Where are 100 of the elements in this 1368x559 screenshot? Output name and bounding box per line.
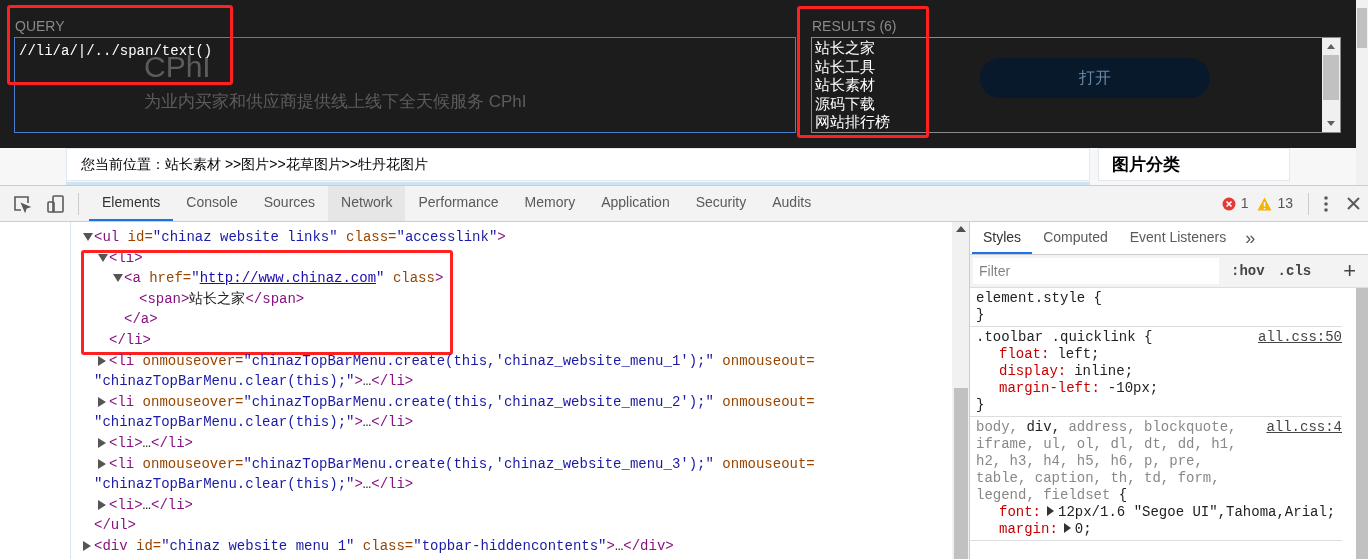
html-tag: </a> — [124, 311, 158, 328]
html-tag: > — [606, 537, 615, 554]
html-tag: <a — [124, 270, 141, 287]
expanded-arrow-icon[interactable] — [98, 253, 109, 262]
attribute-name: onmouseout= — [721, 393, 815, 410]
tree-row[interactable]: <li onmouseover="chinazTopBarMenu.create(this,'chinaz_website_menu_2');" onmouseout= — [71, 391, 815, 413]
html-tag: <li — [109, 352, 135, 369]
html-tag: <li> — [109, 496, 143, 513]
attribute-value: "chinazTopBarMenu.clear(this);" — [94, 373, 355, 390]
expanded-arrow-icon[interactable] — [83, 233, 94, 242]
css-value: 0; — [1074, 521, 1092, 537]
html-tag: </span> — [245, 290, 305, 307]
filter-field[interactable]: Filter — [973, 258, 1219, 284]
html-tag: <ul — [94, 229, 120, 245]
tree-row[interactable]: <li onmouseover="chinazTopBarMenu.create(this,'chinaz_website_menu_3');" onmouseout= — [71, 453, 815, 475]
link[interactable]: http://www.chinaz.com — [199, 270, 377, 287]
html-tag: <li — [109, 455, 135, 472]
attribute-value: "chinazTopBarMenu.clear(this);" — [94, 476, 355, 493]
html-tag: <div — [94, 537, 128, 554]
more-options-icon[interactable] — [1324, 195, 1328, 212]
error-icon — [1221, 196, 1236, 211]
attribute-value: "chinazTopBarMenu.create(this,'chinaz_website_menu_1');" — [243, 352, 714, 369]
styles-scrollbar[interactable] — [1356, 288, 1368, 559]
css-value: 12px/1.6 "Segoe UI",Tahoma,Arial; — [1058, 504, 1336, 520]
tree-scrollbar[interactable] — [952, 222, 970, 559]
css-value: inline; — [1074, 363, 1134, 379]
element-text: … — [362, 476, 372, 493]
result-item: 站长素材 — [815, 76, 875, 95]
attribute-name: class= — [345, 229, 397, 245]
devtools-tab[interactable]: Security — [682, 186, 760, 221]
devtools-tab[interactable]: Memory — [511, 186, 589, 221]
expand-arrow-icon[interactable] — [1063, 523, 1071, 533]
close-icon[interactable] — [1347, 197, 1360, 210]
html-tag: </li> — [371, 414, 414, 431]
hov-button[interactable]: :hov — [1231, 260, 1265, 282]
open-button[interactable]: 打开 — [980, 58, 1210, 98]
attribute-name: onmouseover= — [141, 352, 244, 369]
attribute-value: "chinaz website links" — [152, 229, 338, 245]
css-selector-list: body, div, address, blockquote, iframe, ul, ol, dl, dt, dd, h1, h2, h3, h4, h5, h6, p, pre, table, caption, th, td, form, legend, fieldset { — [976, 419, 1257, 504]
attribute-name: class= — [361, 537, 414, 554]
element-text: … — [142, 496, 151, 513]
css-property: float: — [999, 346, 1050, 362]
devtools-tab[interactable]: Audits — [759, 186, 825, 221]
more-tabs-button[interactable]: » — [1237, 224, 1264, 252]
device-icon[interactable] — [46, 193, 66, 214]
page-scrollbar[interactable] — [1356, 0, 1368, 185]
element-text: 站长之家 — [189, 290, 246, 307]
tree-row[interactable]: <li onmouseover="chinazTopBarMenu.create(this,'chinaz_website_menu_1');" onmouseout= — [71, 350, 815, 372]
results-scrollbar[interactable] — [1322, 38, 1340, 132]
attribute-value: "chinazTopBarMenu.create(this,'chinaz_website_menu_3');" — [243, 455, 714, 472]
tree-row[interactable]: <ul id="chinaz website links" class="accesslink"> — [71, 227, 506, 248]
error-count: 1 — [1240, 194, 1249, 213]
cls-button[interactable]: .cls — [1277, 260, 1312, 282]
html-tag: > — [497, 229, 506, 245]
expanded-arrow-icon[interactable] — [113, 274, 124, 283]
html-tag: <li> — [109, 434, 143, 451]
attribute-value: "chinaz website menu 1" — [161, 537, 355, 554]
html-tag: > — [354, 373, 363, 390]
tree-row[interactable]: <span>站长之家</span> — [71, 288, 305, 310]
result-item: 站长工具 — [815, 57, 875, 76]
inspect-icon[interactable] — [12, 193, 32, 214]
css-selector-list: .toolbar .quicklink { — [976, 329, 1248, 346]
html-tag: <span> — [139, 290, 190, 307]
devtools-tab[interactable]: Console — [173, 186, 251, 221]
expand-arrow-icon[interactable] — [1047, 506, 1054, 516]
devtools-tab[interactable]: Network — [328, 186, 406, 221]
warning-count: 13 — [1277, 194, 1293, 213]
results-label: RESULTS (6) — [812, 17, 897, 36]
html-tag: </li> — [371, 373, 414, 390]
attribute-name: id= — [135, 537, 162, 554]
side-heading: 图片分类 — [1098, 148, 1290, 181]
css-value: left; — [1057, 346, 1100, 362]
html-tag: > — [434, 270, 444, 287]
styles-pane-tab[interactable]: Event Listeners — [1118, 222, 1238, 254]
attribute-value: "accesslink" — [396, 229, 498, 245]
css-property: display: — [999, 363, 1067, 379]
tree-row[interactable]: <li>…</li> — [71, 494, 194, 516]
styles-pane-tab[interactable]: Computed — [1032, 222, 1119, 254]
css-selector-list: element.style { — [976, 290, 1342, 307]
brace: } — [976, 307, 986, 324]
html-tag: </li> — [371, 476, 414, 493]
source-link[interactable]: all.css:4 — [1266, 419, 1342, 436]
devtools-tab[interactable]: Sources — [250, 186, 329, 221]
html-tag: > — [354, 476, 363, 493]
tree-row[interactable]: <div id="chinaz website menu 1" class="topbar-hiddencontents">…</div> — [71, 535, 674, 557]
attribute-value: "chinazTopBarMenu.clear(this);" — [94, 414, 355, 431]
tree-row[interactable]: <a href="http://www.chinaz.com" class> — [71, 268, 444, 289]
devtools-tab[interactable]: Performance — [405, 186, 512, 221]
warning-icon — [1257, 196, 1273, 211]
result-item: 网站排行榜 — [815, 113, 890, 132]
element-text: … — [142, 434, 151, 451]
attribute-value: "topbar-hiddencontents" — [413, 537, 607, 554]
source-link[interactable]: all.css:50 — [1258, 329, 1342, 346]
query-label: QUERY — [15, 17, 65, 36]
breadcrumb: 您当前位置：站长素材 >>图片>>花草图片>>牡丹花图片 — [66, 148, 1090, 181]
tree-row[interactable]: <li>…</li> — [71, 432, 194, 454]
html-tag: </ul> — [94, 517, 136, 534]
new-rule-button[interactable]: + — [1343, 260, 1356, 282]
attribute-name: onmouseover= — [141, 393, 244, 410]
devtools-tab[interactable]: Application — [588, 186, 683, 221]
